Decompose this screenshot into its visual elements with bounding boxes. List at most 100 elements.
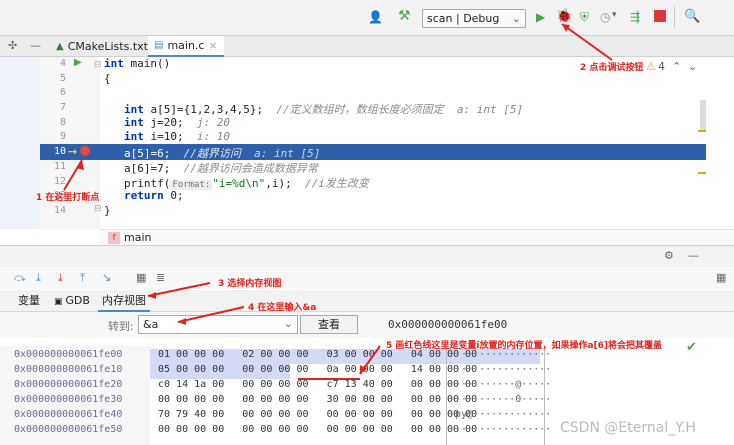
annotation-memory-view: 3 选择内存视图 bbox=[218, 279, 282, 289]
debug-tab-bar: 变量 ▣ GDB 内存视图 bbox=[0, 290, 734, 312]
memory-ascii: ················ bbox=[455, 364, 552, 375]
step-over-icon[interactable]: ⤼ bbox=[14, 271, 26, 285]
inline-value-hint: a: int [5] bbox=[456, 103, 524, 116]
line-number[interactable]: 5 bbox=[40, 73, 66, 84]
fold-icon[interactable]: ⊟ bbox=[94, 204, 102, 214]
code-line-13[interactable]: return 0; bbox=[124, 189, 184, 202]
tab-gdb[interactable]: ▣ GDB bbox=[50, 290, 94, 312]
step-into-icon[interactable]: ⤓ bbox=[36, 271, 41, 285]
line-number[interactable]: 9 bbox=[40, 131, 66, 142]
search-icon[interactable]: 🔍 bbox=[684, 9, 700, 24]
run-config-label: scan | Debug bbox=[427, 12, 500, 25]
view-button[interactable]: 查看 bbox=[300, 315, 358, 334]
attach-icon[interactable]: ⇶ bbox=[630, 10, 640, 24]
run-to-cursor-icon[interactable]: ↘ bbox=[102, 271, 111, 284]
code-text: j=20; bbox=[143, 116, 184, 129]
code-line-4[interactable]: int main() bbox=[104, 57, 170, 70]
goto-input-value: &a bbox=[143, 318, 159, 331]
profile-icon[interactable]: ◷ bbox=[600, 10, 610, 24]
stop-icon[interactable] bbox=[654, 10, 666, 22]
force-step-into-icon[interactable]: ⤓ bbox=[58, 271, 63, 285]
annotation-debug-button: 2 点击调试按钮 bbox=[580, 63, 644, 73]
tab-main-c[interactable]: ▤ main.c × bbox=[148, 36, 224, 57]
warning-count: 4 bbox=[658, 60, 665, 73]
run-gutter-icon[interactable]: ▶ bbox=[74, 57, 82, 68]
memory-ascii: ················ bbox=[455, 424, 552, 435]
evaluate-icon[interactable]: ▦ bbox=[136, 271, 146, 284]
gear-icon[interactable]: ⚙ bbox=[664, 249, 674, 262]
memory-hex-bytes[interactable]: 70 79 40 00 00 00 00 00 00 00 00 00 00 0… bbox=[158, 409, 477, 420]
memory-hex-bytes[interactable]: 05 00 00 00 00 00 00 00 0a 00 00 00 14 0… bbox=[158, 364, 477, 375]
minimize-icon[interactable]: — bbox=[30, 39, 41, 52]
line-number[interactable]: 7 bbox=[40, 102, 66, 113]
code-text: 0; bbox=[163, 189, 184, 202]
tab-memory-view[interactable]: 内存视图 bbox=[98, 290, 150, 312]
code-text: a[6]=7; bbox=[124, 162, 171, 175]
layout-icon[interactable]: ▦ bbox=[716, 271, 726, 284]
code-text: a[5]={1,2,3,4,5}; bbox=[143, 103, 264, 116]
code-text: { bbox=[104, 72, 111, 85]
main-toolbar: 👤 ⚒ scan | Debug ⌄ ▶ 🐞 ⛨ ◷ ▾ ⇶ 🔍 bbox=[0, 0, 734, 36]
code-text: a[5]=6; bbox=[124, 147, 171, 160]
annotation-breakpoint: 1 在这里打断点 bbox=[36, 193, 100, 203]
warning-marker[interactable] bbox=[698, 130, 706, 132]
project-side-strip bbox=[0, 57, 40, 229]
code-line-9[interactable]: int i=10; i: 10 bbox=[124, 130, 230, 143]
more-run-chevron-icon[interactable]: ▾ bbox=[612, 10, 617, 20]
code-line-7[interactable]: int a[5]={1,2,3,4,5}; //定义数组时，数组长度必须固定 a… bbox=[124, 101, 523, 117]
chevron-down-icon[interactable]: ⌄ bbox=[688, 60, 697, 73]
user-icon[interactable]: 👤 bbox=[368, 10, 383, 24]
warning-icon[interactable]: ⚠ bbox=[646, 60, 656, 73]
memory-hex-bytes[interactable]: 00 00 00 00 00 00 00 00 00 00 00 00 00 0… bbox=[158, 424, 477, 435]
goto-label: 转到: bbox=[108, 320, 134, 333]
code-line-5[interactable]: { bbox=[104, 72, 111, 85]
code-line-14[interactable]: } bbox=[104, 204, 111, 217]
comment: //越界访问会造成数据异常 bbox=[183, 162, 318, 175]
memory-address: 0x000000000061fe40 bbox=[14, 409, 123, 420]
memory-hex-bytes[interactable]: 00 00 00 00 00 00 00 00 30 00 00 00 00 0… bbox=[158, 394, 477, 405]
annotation-i-memory: 5 画红色线这里是变量i放置的内存位置，如果操作a[6]将会把其覆盖 bbox=[386, 341, 663, 351]
memory-ascii: py@············· bbox=[455, 409, 552, 420]
line-number[interactable]: 8 bbox=[40, 117, 66, 128]
code-line-11[interactable]: a[6]=7; //越界访问会造成数据异常 bbox=[124, 160, 318, 176]
line-number[interactable]: 12 bbox=[40, 176, 66, 187]
chevron-down-icon[interactable]: ⌄ bbox=[284, 317, 293, 330]
scrollbar-thumb[interactable] bbox=[700, 100, 706, 130]
c-file-icon: ▤ bbox=[154, 40, 164, 51]
memory-hex-bytes[interactable]: c0 14 1a 00 00 00 00 00 c7 13 40 00 00 0… bbox=[158, 379, 477, 390]
run-config-select[interactable]: scan | Debug ⌄ bbox=[422, 9, 526, 28]
run-icon[interactable]: ▶ bbox=[536, 10, 545, 24]
trace-icon[interactable]: ≣ bbox=[156, 271, 165, 284]
line-number[interactable]: 4 bbox=[40, 58, 66, 69]
debug-panel-header: ⚙ — bbox=[0, 245, 734, 267]
fold-icon[interactable]: ⊟ bbox=[94, 60, 102, 70]
coverage-icon[interactable]: ⛨ bbox=[580, 10, 589, 25]
keyword: int bbox=[124, 130, 144, 143]
watermark: CSDN @Eternal_Y.H bbox=[560, 420, 696, 436]
annotation-goto-input: 4 在这里输入&a bbox=[248, 303, 317, 313]
breakpoint-icon[interactable] bbox=[80, 146, 90, 156]
step-out-icon[interactable]: ⤒ bbox=[80, 271, 85, 285]
goto-address-input[interactable]: &a ⌄ bbox=[138, 315, 298, 334]
line-number[interactable]: 6 bbox=[40, 87, 66, 98]
memory-address: 0x000000000061fe00 bbox=[14, 349, 123, 360]
code-text: main() bbox=[123, 57, 171, 70]
tab-variables[interactable]: 变量 bbox=[14, 290, 44, 312]
breadcrumb-item[interactable]: main bbox=[124, 231, 151, 244]
line-number[interactable]: 11 bbox=[40, 161, 66, 172]
code-line-10[interactable]: a[5]=6; //越界访问 a: int [5] bbox=[124, 145, 320, 161]
build-hammer-icon[interactable]: ⚒ bbox=[398, 8, 411, 24]
settings-icon[interactable]: ✣ bbox=[8, 39, 17, 52]
minimize-icon[interactable]: — bbox=[688, 249, 699, 262]
debug-icon[interactable]: 🐞 bbox=[556, 9, 572, 24]
memory-address: 0x000000000061fe20 bbox=[14, 379, 123, 390]
code-line-8[interactable]: int j=20; j: 20 bbox=[124, 116, 230, 129]
comment: //定义数组时，数组长度必须固定 bbox=[276, 103, 444, 116]
line-number[interactable]: 10 bbox=[40, 146, 66, 157]
string-literal: "i=%d\n" bbox=[212, 177, 266, 190]
chevron-up-icon[interactable]: ⌃ bbox=[672, 60, 681, 73]
warning-marker[interactable] bbox=[698, 172, 706, 174]
check-icon: ✔ bbox=[686, 340, 697, 355]
line-number[interactable]: 14 bbox=[40, 205, 66, 216]
close-icon[interactable]: × bbox=[208, 39, 217, 52]
